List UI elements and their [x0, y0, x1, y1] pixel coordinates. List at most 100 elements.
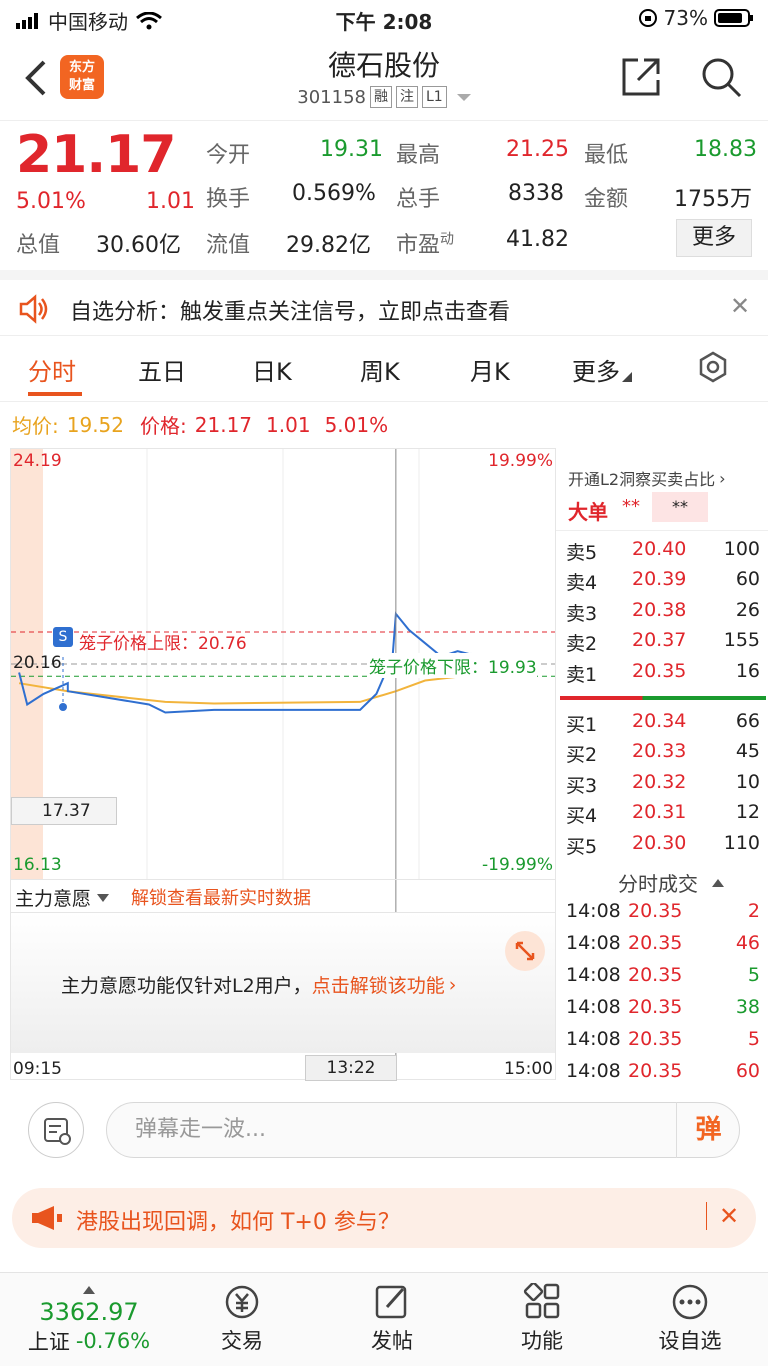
bid-label: 买4: [566, 805, 598, 828]
trade-time: 14:08: [566, 964, 621, 986]
x-end-label: 15:00: [504, 1059, 553, 1079]
sub-unlock-link[interactable]: 解锁查看最新实时数据: [131, 884, 311, 910]
l2-promo[interactable]: 开通L2洞察买卖占比 ›: [568, 466, 726, 490]
mcap-label: 总值: [16, 233, 61, 258]
sub-selector[interactable]: 主力意愿: [15, 884, 110, 911]
ask-label: 卖5: [566, 542, 598, 564]
ask-row[interactable]: 卖3 20.38 26: [556, 599, 768, 629]
nav-trade[interactable]: 交易: [182, 1283, 302, 1355]
danmaku-input[interactable]: 弹幕走一波...: [106, 1102, 740, 1158]
close-icon[interactable]: ✕: [706, 1202, 739, 1230]
trade-volume: 2: [747, 900, 760, 922]
x-start-label: 09:15: [13, 1059, 62, 1079]
more-button[interactable]: 更多: [676, 219, 752, 257]
promo-banner[interactable]: 港股出现回调，如何 T+0 参与？ ✕: [12, 1188, 756, 1248]
bid-row[interactable]: 买4 20.31 12: [556, 801, 768, 831]
ask-row[interactable]: 卖5 20.40 100: [556, 538, 768, 568]
share-icon[interactable]: [620, 56, 662, 98]
bid-price: 20.30: [632, 831, 687, 854]
turnover-value: 0.569%: [292, 181, 376, 206]
bid-row[interactable]: 买5 20.30 110: [556, 832, 768, 862]
trade-time: 14:08: [566, 900, 621, 922]
bid-row[interactable]: 买3 20.32 10: [556, 771, 768, 801]
collapse-triangle-icon: [712, 878, 724, 887]
trade-time: 14:08: [566, 1060, 621, 1082]
high-value: 21.25: [506, 137, 569, 162]
pct-top-label: 19.99%: [488, 451, 553, 471]
tab-weekly-k[interactable]: 周K: [360, 352, 400, 387]
price-value: 21.17: [194, 412, 253, 437]
tab-daily-k[interactable]: 日K: [252, 352, 292, 387]
ask-row[interactable]: 卖2 20.37 155: [556, 629, 768, 659]
bid-price: 20.31: [632, 801, 687, 824]
battery-icon: [714, 9, 753, 27]
sub-link[interactable]: 点击解锁该功能: [312, 971, 445, 998]
ask-price: 20.35: [632, 659, 687, 682]
nav-post[interactable]: 发帖: [332, 1283, 452, 1355]
y-mid-label: 20.16: [13, 653, 62, 673]
speaker-icon: [19, 294, 48, 324]
trade-row: 14:08 20.35 60: [556, 1060, 768, 1090]
bid-volume: 12: [735, 801, 760, 824]
amount-label: 金额: [584, 187, 629, 212]
price-label: 价格:: [140, 414, 187, 438]
sub-msg: 主力意愿功能仅针对L2用户，: [61, 975, 312, 997]
amount-value: 1755万: [674, 187, 752, 212]
pct-bottom-label: -19.99%: [482, 855, 553, 875]
nav-functions[interactable]: 功能: [482, 1283, 602, 1355]
trade-row: 14:08 20.35 2: [556, 900, 768, 930]
ask-volume: 155: [723, 629, 760, 652]
danmaku-send-button[interactable]: 弹: [676, 1102, 740, 1158]
trade-time: 14:08: [566, 932, 621, 954]
intraday-chart[interactable]: 24.19 20.16 16.13 19.99% -19.99% 17.37 S…: [10, 448, 556, 1081]
float-label: 流值: [206, 233, 251, 258]
tab-five-day[interactable]: 五日: [138, 352, 186, 387]
y-bottom-label: 16.13: [13, 855, 62, 875]
tab-more[interactable]: 更多: [572, 352, 632, 387]
tab-intraday[interactable]: 分时: [28, 352, 76, 387]
compose-icon: [375, 1285, 407, 1319]
expand-icon[interactable]: [505, 931, 545, 971]
trade-row: 14:08 20.35 46: [556, 932, 768, 962]
danmaku-settings-button[interactable]: [28, 1102, 84, 1158]
bid-row[interactable]: 买2 20.33 45: [556, 740, 768, 770]
ask-price: 20.37: [632, 629, 687, 652]
close-icon[interactable]: ✕: [730, 292, 750, 320]
sub-chart-header: 主力意愿 解锁查看最新实时数据: [11, 879, 555, 913]
trade-price: 20.35: [628, 996, 683, 1018]
expand-arrows-icon: [515, 941, 535, 961]
ask-volume: 16: [735, 659, 760, 682]
trade-time: 14:08: [566, 1028, 621, 1050]
tab-underline: [28, 392, 82, 396]
trades-title-row[interactable]: 分时成交: [618, 868, 724, 897]
gear-icon[interactable]: [696, 350, 730, 384]
ask-volume: 60: [735, 568, 760, 591]
tab-monthly-k[interactable]: 月K: [470, 352, 510, 387]
trade-price: 20.35: [628, 932, 683, 954]
x-cursor-label: 13:22: [305, 1055, 397, 1081]
search-icon[interactable]: [700, 56, 742, 98]
bid-label: 买5: [566, 835, 598, 858]
ask-row[interactable]: 卖4 20.39 60: [556, 568, 768, 598]
current-price: 21.17: [16, 125, 176, 185]
volume-label: 总手: [396, 187, 441, 212]
bid-price: 20.33: [632, 740, 687, 763]
turnover-label: 换手: [206, 187, 251, 212]
stock-header: 东方 财富 德石股份 301158 融 注 L1: [0, 38, 768, 120]
stock-code: 301158: [297, 86, 366, 108]
mcap-value: 30.60亿: [96, 233, 181, 258]
cage-lower-label: 笼子价格下限：19.93: [369, 653, 537, 678]
big-order-v2: **: [652, 492, 708, 522]
sub-chart-locked: 主力意愿功能仅针对L2用户， 点击解锁该功能 ›: [11, 913, 555, 1053]
crosshair-price-box: 17.37: [11, 797, 117, 825]
index-ticker[interactable]: 3362.97 上证 -0.76%: [14, 1279, 164, 1356]
expand-up-icon: [83, 1286, 95, 1294]
bid-row[interactable]: 买1 20.34 66: [556, 710, 768, 740]
bid-volume: 66: [735, 710, 760, 732]
nav-post-label: 发帖: [371, 1329, 413, 1353]
notice-bar[interactable]: 自选分析：触发重点关注信号，立即点击查看 ✕: [0, 270, 768, 336]
nav-watchlist[interactable]: 设自选: [630, 1283, 750, 1355]
s-badge[interactable]: S: [53, 627, 73, 647]
ask-row[interactable]: 卖1 20.35 16: [556, 660, 768, 690]
y-top-label: 24.19: [13, 451, 62, 471]
